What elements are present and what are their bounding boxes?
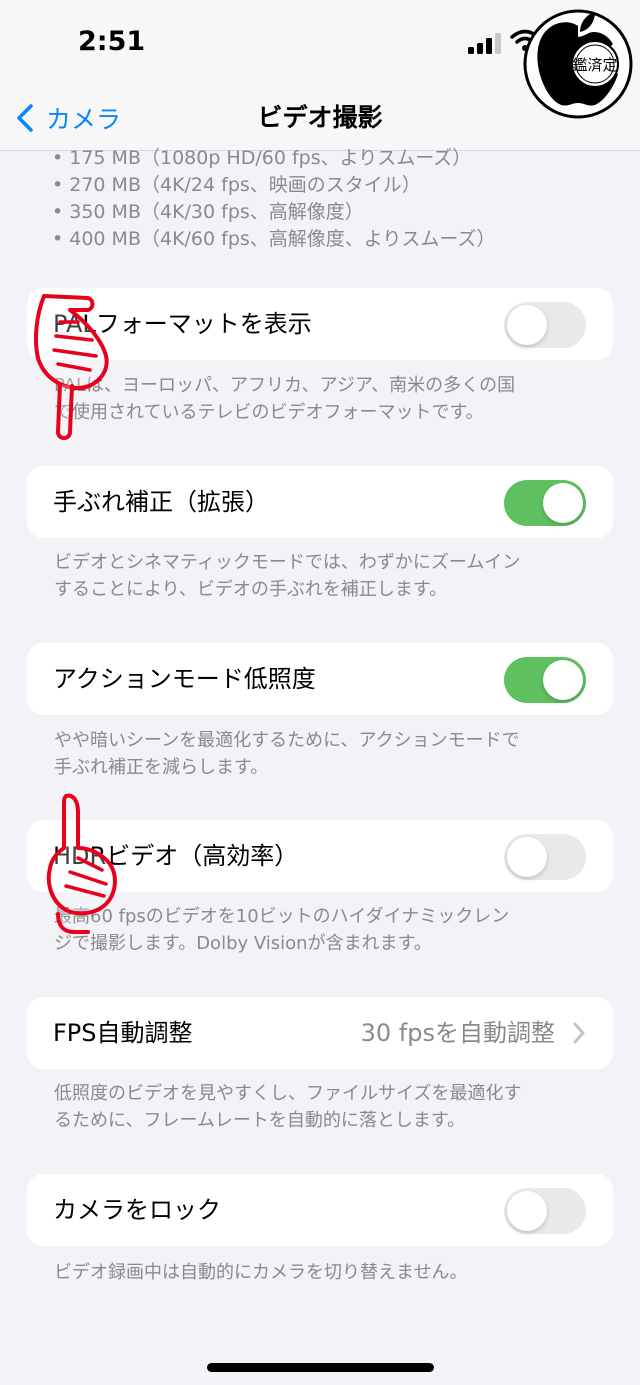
footer-line: PALは、ヨーロッパ、アフリカ、アジア、南米の多くの国 xyxy=(54,375,516,396)
setting-label: アクションモード低照度 xyxy=(53,665,316,693)
toggle-knob xyxy=(507,1191,547,1231)
pointing-hand-icon xyxy=(46,793,117,934)
chevron-right-icon xyxy=(573,1022,585,1044)
setting-footer: 最高60 fpsのビデオを10ビットのハイダイナミックレン ジで撮影します。Do… xyxy=(54,903,594,957)
setting-footer: ビデオ録画中は自動的にカメラを切り替えません。 xyxy=(54,1259,594,1286)
footer-line: することにより、ビデオの手ぶれを補正します。 xyxy=(54,579,448,600)
status-time: 2:51 xyxy=(78,26,146,57)
badge-text: 鑑済定 xyxy=(572,56,617,74)
footer-line: ジで撮影します。Dolby Visionが含まれます。 xyxy=(54,933,432,954)
footer-line: で使用されているテレビのビデオフォーマットです。 xyxy=(54,402,484,423)
footer-line: ビデオ録画中は自動的にカメラを切り替えません。 xyxy=(54,1262,468,1283)
back-label: カメラ xyxy=(46,105,122,134)
size-item: • 350 MB（4K/30 fps、高解像度） xyxy=(52,201,364,223)
setting-footer: PALは、ヨーロッパ、アフリカ、アジア、南米の多くの国 で使用されているテレビの… xyxy=(54,372,594,426)
setting-label: カメラをロック xyxy=(53,1196,221,1224)
size-item: • 400 MB（4K/60 fps、高解像度、よりスムーズ） xyxy=(52,228,496,250)
footer-line: 最高60 fpsのビデオを10ビットのハイダイナミックレン xyxy=(54,906,510,927)
action-mode-low-light-toggle[interactable] xyxy=(504,657,586,703)
size-item: • 175 MB（1080p HD/60 fps、よりスムーズ） xyxy=(52,147,472,169)
size-list: • 175 MB（1080p HD/60 fps、よりスムーズ） • 270 M… xyxy=(52,145,612,253)
setting-label: 手ぶれ補正（拡張） xyxy=(53,488,269,516)
setting-row-enhanced-stabilization: 手ぶれ補正（拡張） xyxy=(27,466,613,538)
lock-camera-toggle[interactable] xyxy=(504,1188,586,1234)
toggle-knob xyxy=(507,305,547,345)
toggle-knob xyxy=(543,660,583,700)
cellular-signal-icon xyxy=(468,33,501,54)
setting-row-action-mode-low-light: アクションモード低照度 xyxy=(27,643,613,715)
back-button[interactable]: カメラ xyxy=(14,96,121,140)
footer-line: 低照度のビデオを見やすくし、ファイルサイズを最適化す xyxy=(54,1083,522,1104)
setting-row-lock-camera: カメラをロック xyxy=(27,1174,613,1246)
setting-value: 30 fpsを自動調整 xyxy=(360,1019,555,1047)
size-item: • 270 MB（4K/24 fps、映画のスタイル） xyxy=(52,174,421,196)
home-indicator[interactable] xyxy=(207,1363,434,1372)
enhanced-stabilization-toggle[interactable] xyxy=(504,480,586,526)
setting-row-pal-format: PALフォーマットを表示 xyxy=(27,288,613,360)
setting-footer: ビデオとシネマティックモードでは、わずかにズームイン することにより、ビデオの手… xyxy=(54,549,594,603)
setting-label: FPS自動調整 xyxy=(53,1019,193,1047)
apple-logo-icon: 鑑済定 xyxy=(523,9,633,119)
chevron-left-icon xyxy=(17,104,33,132)
toggle-knob xyxy=(507,837,547,877)
setting-footer: やや暗いシーンを最適化するために、アクションモードで 手ぶれ補正を減らします。 xyxy=(54,727,594,781)
hdr-video-toggle[interactable] xyxy=(504,834,586,880)
footer-line: ビデオとシネマティックモードでは、わずかにズームイン xyxy=(54,552,521,573)
footer-line: 手ぶれ補正を減らします。 xyxy=(54,757,269,778)
setting-row-auto-fps[interactable]: FPS自動調整 30 fpsを自動調整 xyxy=(27,997,613,1069)
pal-format-toggle[interactable] xyxy=(504,302,586,348)
setting-footer: 低照度のビデオを見やすくし、ファイルサイズを最適化す るために、フレームレートを… xyxy=(54,1080,594,1134)
toggle-knob xyxy=(543,483,583,523)
footer-line: やや暗いシーンを最適化するために、アクションモードで xyxy=(54,730,520,751)
footer-line: るために、フレームレートを自動的に落とします。 xyxy=(54,1110,466,1131)
pointing-hand-icon xyxy=(34,294,109,440)
